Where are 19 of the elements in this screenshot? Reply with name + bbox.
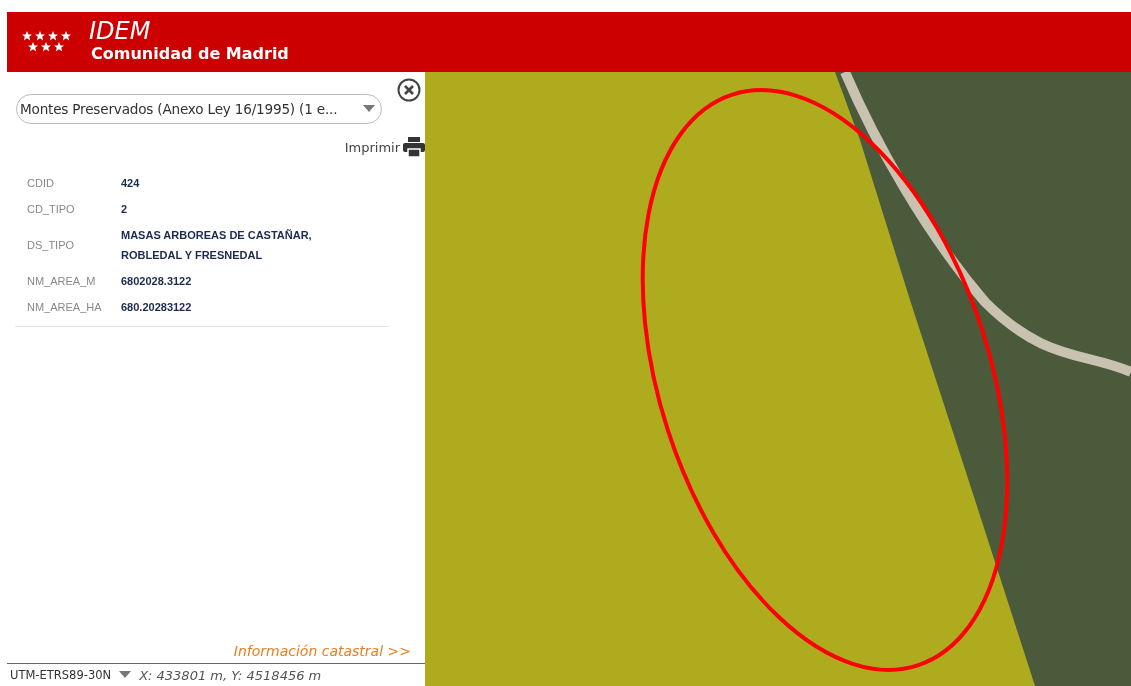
attribute-name: NM_AREA_M: [26, 274, 97, 289]
app-title: IDEM: [89, 17, 152, 44]
attribute-name: CDID: [26, 176, 55, 191]
attribute-value: MASAS ARBOREAS DE CASTAÑAR, ROBLEDAL Y FRESNEDAL: [120, 228, 313, 263]
app-subtitle: Comunidad de Madrid: [91, 43, 289, 63]
projection-label: UTM-ETRS89-30N: [10, 668, 112, 682]
attribute-value: 680.20283122: [120, 300, 193, 315]
close-icon[interactable]: [397, 78, 421, 102]
attribute-name: DS_TIPO: [26, 238, 76, 253]
attribute-value: 424: [120, 176, 141, 191]
attribute-name: NM_AREA_HA: [26, 300, 103, 315]
attribute-value: 6802028.3122: [120, 274, 193, 289]
print-button[interactable]: Imprimir: [344, 136, 425, 158]
caret-icon: [363, 105, 375, 113]
attribute-value: 2: [120, 202, 129, 217]
attribute-name: CD_TIPO: [26, 202, 76, 217]
caret-icon[interactable]: [119, 671, 132, 679]
coordinates-text: X: 433801 m, Y: 4518456 m: [139, 667, 322, 683]
stars-logo-icon: [21, 30, 73, 54]
